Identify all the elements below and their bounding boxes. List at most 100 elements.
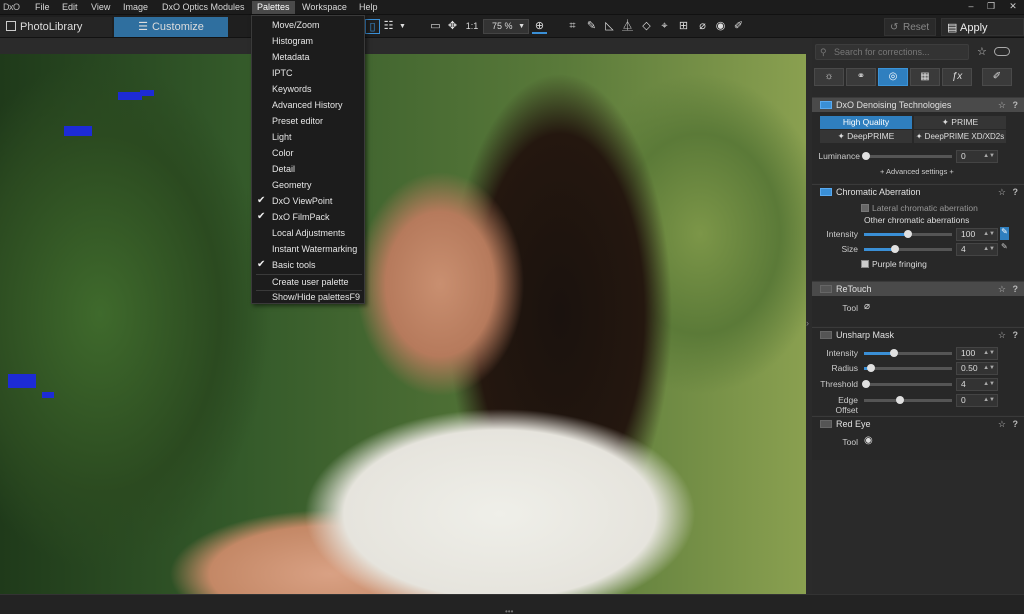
purple-fringing-checkbox[interactable] [861,260,869,268]
apply-preset-button[interactable]: ▤Apply preset [941,18,1024,52]
toggle-switch[interactable] [994,47,1010,56]
paintbrush-icon[interactable]: ✐ [731,19,746,34]
close-button[interactable]: ✕ [1004,1,1022,12]
star-icon[interactable]: ☆ [998,328,1006,342]
layers-icon[interactable]: ▦ [910,68,940,86]
menu-item-keywords[interactable]: Keywords [252,81,364,97]
help-icon[interactable]: ? [1013,417,1019,431]
palette-header[interactable]: DxO Denoising Technologies ☆ ? [812,98,1024,112]
palette-toggle[interactable] [820,420,832,428]
palette-header[interactable]: ReTouch ☆ ? [812,282,1024,296]
radius-input[interactable]: 0.50 ▲▼ [956,362,998,375]
menu-item-metadata[interactable]: Metadata [252,49,364,65]
menu-item-basic-tools[interactable]: ✔ Basic tools [252,257,364,273]
luminance-input[interactable]: 0 ▲▼ [956,150,998,163]
menu-item-dxo-filmpack[interactable]: ✔ DxO FilmPack [252,209,364,225]
restore-button[interactable]: ❐ [982,1,1000,12]
threshold-slider[interactable] [862,380,952,388]
menu-item-local-adjustments[interactable]: Local Adjustments [252,225,364,241]
single-view-icon[interactable]: ▯ [365,19,380,34]
menu-file[interactable]: File [30,1,55,14]
chevron-right-icon[interactable]: › [806,318,809,328]
menu-item-create-user-palette[interactable]: Create user palette [252,274,364,290]
menu-item-advanced-history[interactable]: Advanced History [252,97,364,113]
eyedropper-icon[interactable]: ✎ [1000,227,1009,240]
tab-photolibrary[interactable]: PhotoLibrary [0,17,112,37]
star-icon[interactable]: ☆ [998,185,1006,199]
reset-button[interactable]: ↺ Reset [884,18,937,36]
mode-high-quality[interactable]: High Quality [820,116,912,129]
zoom-level-select[interactable]: 75 % ▼ [483,19,529,34]
menu-item-iptc[interactable]: IPTC [252,65,364,81]
star-icon[interactable]: ☆ [977,45,987,58]
menu-help[interactable]: Help [354,1,383,14]
edge-offset-slider[interactable] [864,396,952,404]
grid-overlay-icon[interactable]: ⊞ [676,19,691,34]
eyedropper-icon[interactable]: ✎ [584,19,599,34]
menu-item-light[interactable]: Light [252,129,364,145]
edge-offset-input[interactable]: 0 ▲▼ [956,394,998,407]
size-input[interactable]: 4 ▲▼ [956,243,998,256]
eyedropper-icon[interactable]: ✎ [1001,242,1008,251]
intensity-slider[interactable] [864,230,952,238]
menu-edit[interactable]: Edit [57,1,83,14]
fx-icon[interactable]: ƒx [942,68,972,86]
help-icon[interactable]: ? [1013,98,1019,112]
compare-view-icon[interactable]: ☷ [381,19,396,34]
intensity-input[interactable]: 100 ▲▼ [956,228,998,241]
drag-handle-icon[interactable]: ••• [505,607,513,614]
star-icon[interactable]: ☆ [998,282,1006,296]
menu-workspace[interactable]: Workspace [297,1,352,14]
sun-icon[interactable]: ☼ [814,68,844,86]
radius-slider[interactable] [864,364,952,372]
menu-item-dxo-viewpoint[interactable]: ✔ DxO ViewPoint [252,193,364,209]
menu-item-show-hide-palettes[interactable]: Show/Hide palettes F9 [252,289,364,305]
menu-dxo-optics-modules[interactable]: DxO Optics Modules [157,1,250,14]
palette-header[interactable]: Unsharp Mask ☆ ? [812,328,1024,342]
luminance-slider[interactable] [862,152,952,160]
move-icon[interactable]: ✥ [445,19,460,34]
mode-prime[interactable]: ✦ PRIME [914,116,1006,129]
volume-deformation-icon[interactable]: ◇ [639,19,654,34]
menu-item-color[interactable]: Color [252,145,364,161]
lens-icon[interactable]: ◎ [878,68,908,86]
local-adjust-icon[interactable]: ⌖ [657,19,672,34]
help-icon[interactable]: ? [1013,282,1019,296]
unsharp-intensity-input[interactable]: 100 ▲▼ [956,347,998,360]
perspective-icon[interactable]: ⏅ [620,19,635,34]
size-slider[interactable] [864,245,952,253]
palette-toggle[interactable] [820,188,832,196]
palette-toggle[interactable] [820,285,832,293]
menu-item-histogram[interactable]: Histogram [252,33,364,49]
photo-viewer[interactable] [0,54,806,594]
unsharp-intensity-slider[interactable] [864,349,952,357]
crop-icon[interactable]: ⌗ [565,19,580,34]
star-icon[interactable]: ☆ [998,417,1006,431]
search-corrections-input[interactable]: ⚲ Search for corrections... [815,44,969,60]
menu-view[interactable]: View [86,1,115,14]
help-icon[interactable]: ? [1013,185,1019,199]
color-circles-icon[interactable]: ⚭ [846,68,876,86]
menu-palettes[interactable]: Palettes [252,1,295,14]
palette-header[interactable]: Red Eye ☆ ? [812,417,1024,431]
repair-icon[interactable]: ⌀ [695,19,710,34]
menu-item-instant-watermarking[interactable]: Instant Watermarking [252,241,364,257]
mode-deepprime-xd[interactable]: ✦ DeepPRIME XD/XD2s [914,130,1006,143]
palette-toggle[interactable] [820,101,832,109]
star-icon[interactable]: ☆ [998,98,1006,112]
menu-item-move-zoom[interactable]: Move/Zoom [252,17,364,33]
brush-icon[interactable]: ✐ [982,68,1012,86]
zoom-1to1-button[interactable]: 1:1 [463,19,481,34]
help-icon[interactable]: ? [1013,328,1019,342]
palette-toggle[interactable] [820,331,832,339]
threshold-input[interactable]: 4 ▲▼ [956,378,998,391]
chevron-down-icon[interactable]: ▼ [395,19,410,34]
eye-icon[interactable]: ◉ [713,19,728,34]
menu-item-preset-editor[interactable]: Preset editor [252,113,364,129]
menu-item-detail[interactable]: Detail [252,161,364,177]
minimize-button[interactable]: – [962,1,980,11]
fit-screen-icon[interactable]: ▭ [428,19,443,34]
horizon-icon[interactable]: ◺ [602,19,617,34]
menu-item-geometry[interactable]: Geometry [252,177,364,193]
tab-customize[interactable]: ☰ Customize [114,17,228,37]
